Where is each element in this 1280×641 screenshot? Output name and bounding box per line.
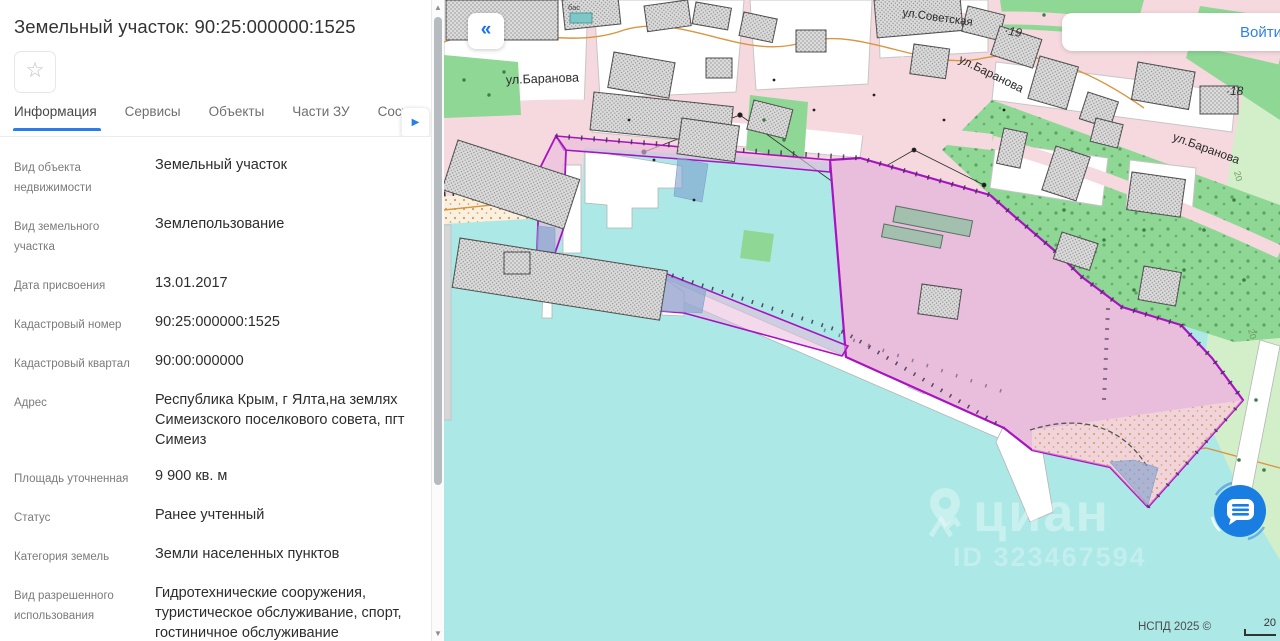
scrollbar-thumb[interactable] bbox=[434, 17, 442, 485]
chevrons-left-icon: « bbox=[481, 19, 492, 40]
house-number-18: ·18 bbox=[1226, 84, 1244, 98]
street-label-baranova-1: ул.Баранова bbox=[506, 70, 580, 87]
pool-label: бас bbox=[568, 3, 580, 12]
tab-services[interactable]: Сервисы bbox=[125, 104, 181, 131]
scale-bar: 20 bbox=[1244, 617, 1276, 636]
field-row: Дата присвоения13.01.2017 bbox=[14, 273, 418, 296]
chat-button[interactable] bbox=[1206, 477, 1274, 545]
tab-information[interactable]: Информация bbox=[14, 104, 97, 131]
attributes-list: Вид объекта недвижимостиЗемельный участо… bbox=[14, 155, 418, 641]
field-row: АдресРеспублика Крым, г Ялта,на землях С… bbox=[14, 390, 418, 450]
field-row: Кадастровый квартал90:00:000000 bbox=[14, 351, 418, 374]
scale-line bbox=[1244, 629, 1276, 636]
field-row: Вид объекта недвижимостиЗемельный участо… bbox=[14, 155, 418, 198]
map-canvas[interactable]: ул.Советская ·19 ул.Баранова ул.Баранова… bbox=[444, 0, 1280, 641]
tab-bar: Информация Сервисы Объекты Части ЗУ Сост… bbox=[0, 104, 431, 137]
favorite-button[interactable]: ☆ bbox=[14, 51, 56, 93]
tab-objects[interactable]: Объекты bbox=[209, 104, 265, 131]
panel-scrollbar[interactable]: ▲ ▼ bbox=[431, 0, 444, 641]
page-title: Земельный участок: 90:25:000000:1525 bbox=[14, 16, 417, 38]
info-panel: Земельный участок: 90:25:000000:1525 ☆ И… bbox=[0, 0, 431, 641]
scroll-down-icon[interactable]: ▼ bbox=[432, 629, 444, 638]
login-button[interactable]: Войти bbox=[1240, 24, 1280, 41]
star-icon: ☆ bbox=[26, 59, 45, 82]
scroll-up-icon[interactable]: ▲ bbox=[432, 3, 444, 12]
map-pool bbox=[570, 13, 592, 23]
map-attribution: НСПД 2025 © bbox=[1138, 621, 1211, 633]
panel-collapse-button[interactable]: « bbox=[468, 13, 504, 49]
field-row: Категория земельЗемли населенных пунктов bbox=[14, 544, 418, 567]
chevron-right-icon: ▶ bbox=[412, 117, 420, 128]
login-bar: Войти bbox=[1062, 13, 1280, 51]
app-window: Земельный участок: 90:25:000000:1525 ☆ И… bbox=[0, 0, 1280, 641]
map-svg: ул.Советская ·19 ул.Баранова ул.Баранова… bbox=[444, 0, 1280, 641]
field-row: Вид земельного участкаЗемлепользование bbox=[14, 214, 418, 257]
tab-parts[interactable]: Части ЗУ bbox=[292, 104, 349, 131]
scale-value: 20 bbox=[1264, 617, 1276, 629]
field-row: Кадастровый номер90:25:000000:1525 bbox=[14, 312, 418, 335]
field-row: СтатусРанее учтенный bbox=[14, 505, 418, 528]
field-row: Площадь уточненная9 900 кв. м bbox=[14, 466, 418, 489]
tabs-scroll-right-button[interactable]: ▶ bbox=[401, 107, 430, 137]
map-quay-wall bbox=[444, 225, 451, 420]
field-row: Вид разрешенного использованияГидротехни… bbox=[14, 583, 418, 641]
